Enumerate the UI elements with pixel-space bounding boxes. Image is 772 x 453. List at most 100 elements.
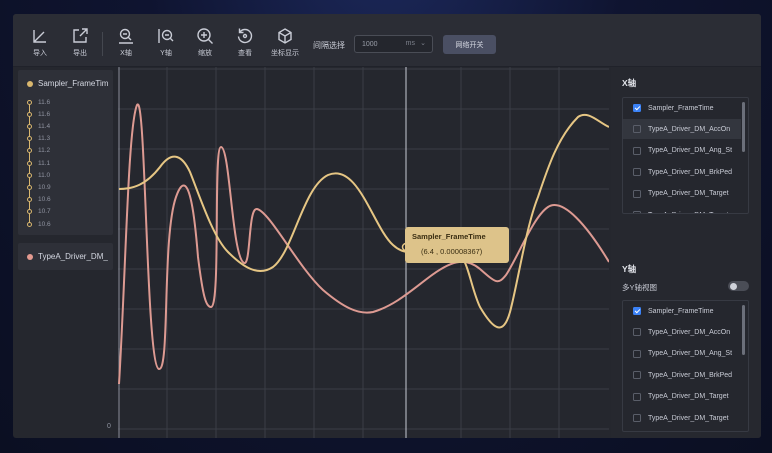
axis-list-item-label: TypeA_Driver_DM_Ang_St (648, 147, 733, 155)
axis-list-item[interactable]: Sampler_FrameTime (623, 98, 741, 118)
checkbox[interactable] (633, 168, 641, 177)
legend-value-item: 11.6 (27, 109, 50, 119)
axis-list-item[interactable]: TypeA_Driver_DM_Target (623, 184, 741, 204)
zoom-button[interactable]: 缩放 (187, 27, 223, 63)
legend-series-2[interactable]: TypeA_Driver_DM_ (18, 243, 113, 270)
import-button[interactable]: 导入 (22, 27, 58, 63)
multi-y-axis-toggle[interactable] (728, 281, 749, 291)
coordinate-display-icon (278, 28, 292, 44)
legend-panel: Sampler_FrameTim 11.6 11.6 11.4 11.3 11.2 11.… (18, 70, 113, 434)
checkbox[interactable] (633, 349, 641, 358)
series-2-line (118, 103, 609, 385)
coordinate-display-button[interactable]: 坐标显示 (267, 27, 303, 63)
axis-list-item[interactable]: TypeA_Driver_DM_Target (623, 205, 741, 214)
checkbox[interactable] (633, 392, 641, 401)
legend-value: 11.4 (38, 122, 51, 130)
checkbox[interactable] (633, 414, 641, 422)
import-label: 导入 (33, 50, 47, 57)
legend-value-item: 11.0 (27, 170, 50, 180)
legend-value-item: 10.9 (27, 182, 51, 192)
zoom-label: 缩放 (198, 50, 212, 57)
axis-list-item[interactable]: TypeA_Driver_DM_Ang_St (623, 141, 741, 161)
legend-value-item: 11.1 (27, 158, 50, 168)
value-marker-icon (27, 148, 32, 154)
y-axis-label: Y轴 (160, 50, 172, 57)
axis-list-item-label: TypeA_Driver_DM_Target (648, 414, 729, 422)
legend-value-item: 10.6 (27, 195, 51, 205)
x-axis-section-title: X轴 (622, 78, 637, 88)
axis-list-item[interactable]: TypeA_Driver_DM_AccOn (623, 322, 741, 342)
export-icon (73, 28, 88, 43)
chart-tooltip: Sampler_FrameTime (6.4 , 0.00008367) (405, 227, 509, 263)
checkbox[interactable] (633, 125, 641, 134)
axis-settings-panel: X轴 Sampler_FrameTime TypeA_Driver_DM_AccO… (611, 67, 761, 438)
chart-area[interactable] (118, 67, 609, 438)
toolbar: 导入 导出 X轴 Y轴 缩放 查看 坐标显示 间隔选择 1000 ms ⌄ 网络… (13, 14, 761, 67)
checkbox[interactable] (633, 371, 641, 380)
legend-series-name: TypeA_Driver_DM_ (38, 252, 108, 261)
legend-value-item: 11.6 (27, 97, 50, 107)
checkbox[interactable] (633, 328, 641, 337)
legend-series-1[interactable]: Sampler_FrameTim 11.6 11.6 11.4 11.3 11.2 11.… (18, 70, 113, 235)
interval-unit: ms (405, 40, 415, 47)
axis-list-item-label: TypeA_Driver_DM_Target (648, 393, 729, 401)
axis-list-item-label: TypeA_Driver_DM_BrkPed (648, 168, 733, 176)
coordinate-display-label: 坐标显示 (271, 50, 299, 57)
legend-value: 11.6 (38, 98, 51, 106)
checkbox[interactable] (633, 189, 641, 198)
import-icon (33, 30, 46, 43)
legend-value-item: 10.7 (27, 207, 51, 217)
export-label: 导出 (73, 50, 87, 57)
legend-value: 10.9 (38, 183, 51, 191)
axis-list-item[interactable]: TypeA_Driver_DM_BrkPed (623, 162, 741, 182)
legend-value-item: 11.4 (27, 121, 50, 131)
axis-list-item-label: TypeA_Driver_DM_Ang_St (648, 350, 733, 358)
line-chart[interactable] (118, 67, 609, 438)
value-marker-icon (27, 160, 32, 166)
value-marker-icon (27, 111, 32, 117)
y-list-scrollbar[interactable] (742, 305, 745, 355)
axis-list-item[interactable]: TypeA_Driver_DM_Target (623, 387, 741, 407)
toggle-knob (730, 282, 737, 290)
axis-list-item-label: Sampler_FrameTime (648, 307, 714, 315)
legend-value: 10.6 (38, 196, 51, 204)
value-marker-icon (27, 136, 32, 142)
y-axis-icon (158, 29, 174, 43)
value-marker-icon (27, 123, 32, 129)
interval-select[interactable]: 1000 ms ⌄ (354, 35, 433, 53)
axis-list-item-label: TypeA_Driver_DM_Target (648, 190, 729, 198)
legend-value: 11.0 (38, 171, 51, 179)
axis-list-item[interactable]: TypeA_Driver_DM_AccOn (623, 119, 741, 140)
axis-list-item-label: TypeA_Driver_DM_Target (648, 212, 729, 214)
interval-label: 间隔选择 (313, 41, 345, 50)
axis-list-item[interactable]: TypeA_Driver_DM_Ang_St (623, 344, 741, 364)
export-button[interactable]: 导出 (62, 27, 98, 63)
x-list-scrollbar[interactable] (742, 102, 745, 152)
axis-list-item-label: TypeA_Driver_DM_AccOn (648, 328, 731, 336)
legend-value: 11.6 (38, 110, 51, 118)
y-axis-list[interactable]: Sampler_FrameTime TypeA_Driver_DM_AccOn Ty… (622, 300, 749, 432)
axis-list-item-label: TypeA_Driver_DM_BrkPed (648, 371, 733, 379)
reset-view-label: 查看 (238, 50, 252, 57)
reset-view-icon (237, 28, 253, 44)
y-axis-zero-label: 0 (107, 423, 111, 430)
reset-view-button[interactable]: 查看 (227, 27, 263, 63)
legend-value: 11.2 (38, 147, 51, 155)
axis-list-item-label: TypeA_Driver_DM_AccOn (648, 125, 731, 133)
checkbox[interactable] (633, 146, 641, 155)
app-window: 导入 导出 X轴 Y轴 缩放 查看 坐标显示 间隔选择 1000 ms ⌄ 网络… (13, 14, 761, 438)
x-axis-list[interactable]: Sampler_FrameTime TypeA_Driver_DM_AccOn Ty… (622, 97, 749, 214)
axis-list-item[interactable]: TypeA_Driver_DM_Target (623, 408, 741, 428)
zoom-icon (197, 28, 213, 44)
grid-toggle-button[interactable]: 网络开关 (443, 35, 496, 54)
x-axis-button[interactable]: X轴 (108, 27, 144, 63)
series-color-dot (27, 81, 33, 87)
checkbox[interactable] (633, 104, 641, 112)
checkbox[interactable] (633, 307, 641, 315)
checkbox[interactable] (633, 211, 641, 213)
legend-value: 11.3 (38, 135, 51, 143)
axis-list-item[interactable]: TypeA_Driver_DM_BrkPed (623, 365, 741, 385)
legend-value: 10.6 (38, 220, 51, 228)
y-axis-button[interactable]: Y轴 (148, 27, 184, 63)
axis-list-item[interactable]: Sampler_FrameTime (623, 301, 741, 321)
